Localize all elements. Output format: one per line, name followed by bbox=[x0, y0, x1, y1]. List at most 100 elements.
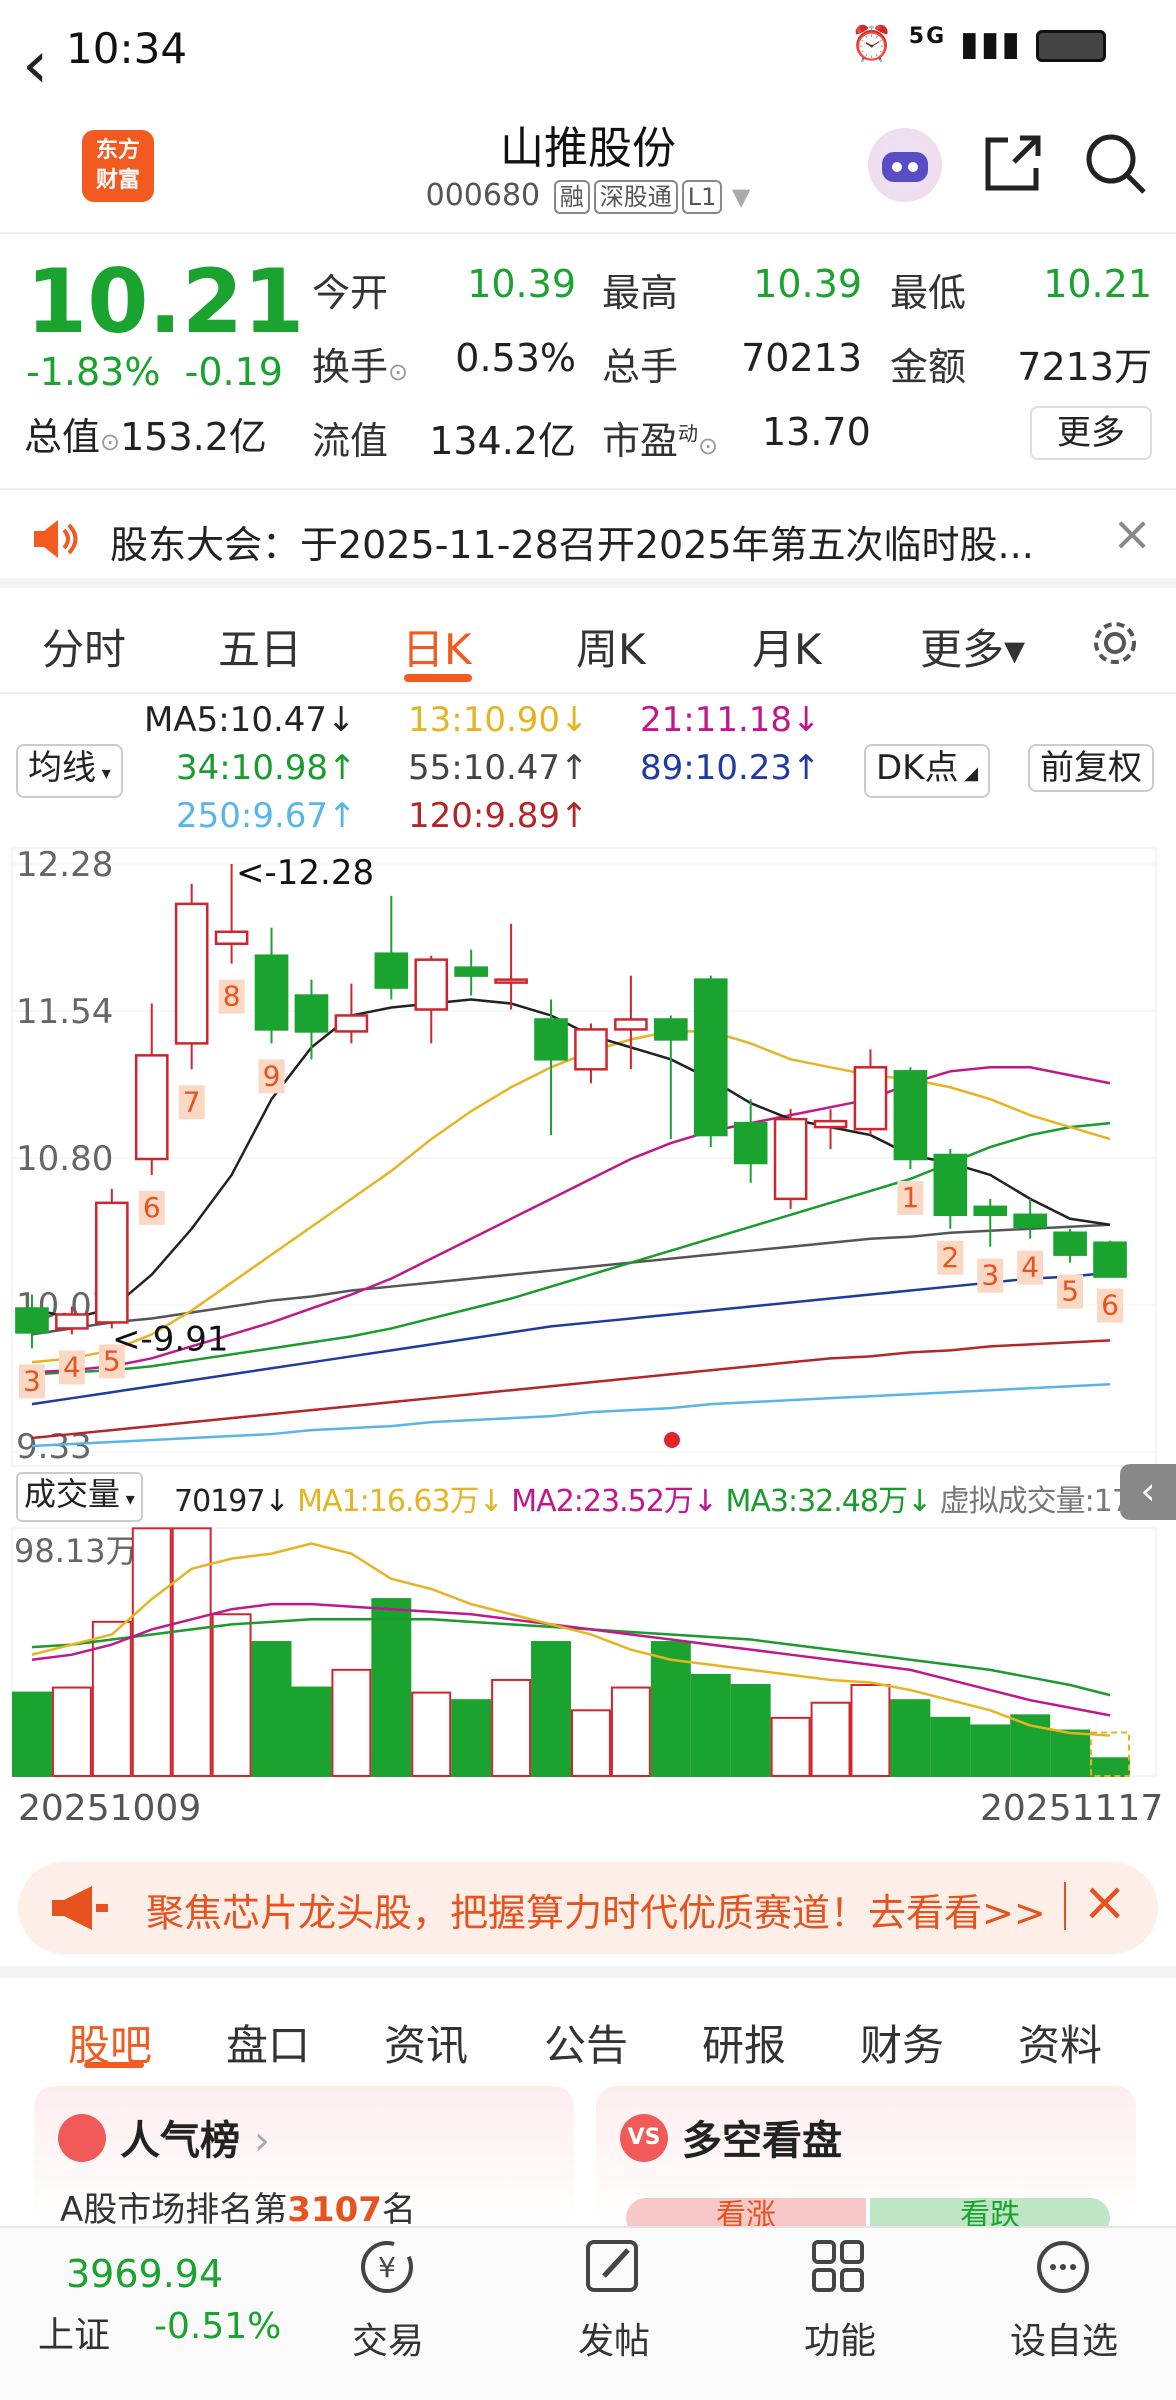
candle-body bbox=[55, 1313, 89, 1330]
float-label: 流值 bbox=[312, 419, 389, 463]
tag-connect: 深股通 bbox=[593, 180, 678, 214]
index-name[interactable]: 上证 bbox=[38, 2306, 110, 2358]
notice-bar[interactable]: 股东大会：于2025-11-28召开2025年第五次临时股... × bbox=[0, 488, 1176, 588]
info-icon: ⊙ bbox=[100, 428, 121, 456]
share-icon[interactable] bbox=[980, 130, 1046, 196]
search-icon[interactable] bbox=[1082, 130, 1148, 196]
ma-selector-button[interactable]: 均线 ▾ bbox=[16, 744, 123, 798]
tab-monthly-k[interactable]: 月K bbox=[752, 616, 822, 677]
index-change[interactable]: -0.51% bbox=[154, 2306, 281, 2347]
price-change: -1.83% -0.19 bbox=[26, 350, 283, 394]
tab-finance[interactable]: 财务 bbox=[860, 2012, 944, 2073]
fq-button[interactable]: 前复权 bbox=[1028, 744, 1154, 792]
candle-body bbox=[973, 1205, 1008, 1217]
candle-body bbox=[15, 1307, 49, 1334]
network-label: 5G bbox=[908, 24, 947, 49]
vs-icon: VS bbox=[620, 2114, 668, 2162]
more-button[interactable]: 更多 bbox=[1030, 406, 1152, 460]
high-label: 最高 bbox=[602, 271, 679, 315]
volume-value: 70213 bbox=[741, 336, 862, 380]
ma21-label: 21:11.18↓ bbox=[640, 700, 821, 740]
candle-body bbox=[693, 978, 728, 1137]
float-value: 134.2亿 bbox=[429, 419, 576, 463]
status-bar: 10:34 ⏰ 5G ▮▮▮ bbox=[0, 0, 1176, 100]
nav-function[interactable]: 功能 bbox=[770, 2312, 910, 2364]
tab-daily-k[interactable]: 日K bbox=[402, 616, 472, 677]
bull-bear-card[interactable]: VS 多空看盘 看涨 看跌 bbox=[596, 2086, 1136, 2238]
status-icons: ⏰ 5G ▮▮▮ bbox=[851, 24, 1106, 64]
function-grid-icon[interactable] bbox=[804, 2232, 874, 2302]
candle-body bbox=[414, 958, 449, 1011]
volume-bar bbox=[251, 1641, 292, 1777]
volume-indicator-button[interactable]: 成交量 ▾ bbox=[16, 1472, 143, 1522]
td-marker-label: 6 bbox=[143, 1191, 161, 1224]
close-icon[interactable]: × bbox=[1082, 1870, 1127, 1933]
tab-announcements[interactable]: 公告 bbox=[544, 2012, 628, 2073]
amount-value: 7213万 bbox=[1017, 345, 1152, 389]
tab-more[interactable]: 更多▾ bbox=[920, 616, 1025, 677]
candle-body bbox=[254, 954, 289, 1031]
nav-trade[interactable]: 交易 bbox=[318, 2312, 458, 2364]
tab-profile[interactable]: 资料 bbox=[1018, 2012, 1102, 2073]
dk-point-button[interactable]: DK点 ◢ bbox=[864, 744, 991, 798]
gear-icon[interactable] bbox=[1088, 616, 1142, 670]
candlestick-chart[interactable]: 12.2811.5410.8010.079.333 4 56789123 45 6<-1… bbox=[0, 840, 1176, 1472]
candle-body bbox=[374, 952, 409, 989]
volume-chart[interactable]: 98.13万 bbox=[0, 1520, 1176, 1780]
volume-legend: 70197↓ MA1:16.63万↓ MA2:23.52万↓ MA3:32.48… bbox=[174, 1484, 1176, 1519]
volume-bar bbox=[291, 1686, 332, 1778]
notice-text: 股东大会：于2025-11-28召开2025年第五次临时股... bbox=[110, 523, 1034, 567]
td-marker-label: 6 bbox=[1101, 1289, 1119, 1322]
collapse-panel-button[interactable]: ‹ bbox=[1120, 1464, 1176, 1520]
nav-watchlist[interactable]: 设自选 bbox=[994, 2312, 1134, 2364]
tab-news[interactable]: 资讯 bbox=[384, 2012, 468, 2073]
low-annotation: <-9.91 bbox=[112, 1319, 228, 1359]
nav-post[interactable]: 发帖 bbox=[544, 2312, 684, 2364]
header-divider bbox=[0, 232, 1176, 234]
candle-body bbox=[494, 978, 528, 984]
index-value[interactable]: 3969.94 bbox=[66, 2252, 223, 2296]
popularity-card[interactable]: 人气榜 › A股市场排名第3107名 bbox=[34, 2086, 574, 2230]
promo-banner[interactable]: 聚焦芯片龙头股，把握算力时代优质赛道！去看看>> × bbox=[18, 1862, 1158, 1954]
ma13-label: 13:10.90↓ bbox=[408, 700, 589, 740]
back-arrow-icon[interactable]: ‹ bbox=[22, 30, 82, 100]
candle-body bbox=[94, 1201, 129, 1324]
tab-fiveday[interactable]: 五日 bbox=[218, 616, 302, 677]
chart-tabs: 分时 五日 日K 周K 月K 更多▾ bbox=[0, 598, 1176, 694]
candle-body bbox=[813, 1119, 848, 1129]
chevron-down-icon[interactable]: ▼ bbox=[732, 183, 750, 211]
open-label: 今开 bbox=[312, 271, 389, 315]
td-marker-label: 4 bbox=[1021, 1251, 1039, 1284]
candle-body bbox=[893, 1070, 928, 1161]
td-marker-label: 3 bbox=[23, 1364, 41, 1397]
info-icon: ⊙ bbox=[388, 358, 409, 386]
ma89-label: 89:10.23↑ bbox=[640, 748, 821, 788]
amount-label: 金额 bbox=[890, 345, 967, 389]
td-marker-label: 1 bbox=[901, 1181, 919, 1214]
ma250-label: 250:9.67↑ bbox=[176, 796, 357, 836]
tab-intraday[interactable]: 分时 bbox=[42, 616, 126, 677]
ma120-label: 120:9.89↑ bbox=[408, 796, 589, 836]
volume-bar bbox=[690, 1673, 731, 1777]
tab-orderbook[interactable]: 盘口 bbox=[226, 2012, 310, 2073]
post-icon[interactable] bbox=[578, 2232, 648, 2302]
volume-bar bbox=[131, 1527, 172, 1778]
tab-research[interactable]: 研报 bbox=[702, 2012, 786, 2073]
ai-assistant-icon[interactable] bbox=[868, 128, 942, 202]
popularity-rank: A股市场排名第3107名 bbox=[60, 2190, 416, 2230]
signal-icon: ▮▮▮ bbox=[960, 24, 1023, 64]
more-dots-icon[interactable] bbox=[1028, 2232, 1098, 2302]
tab-active-indicator bbox=[404, 674, 472, 682]
low-value: 10.21 bbox=[1043, 262, 1152, 306]
td-marker-label: 9 bbox=[263, 1059, 281, 1092]
close-icon[interactable]: × bbox=[1112, 506, 1152, 562]
pe-label: 市盈动⊙ bbox=[602, 419, 719, 463]
volume-bar bbox=[51, 1686, 92, 1778]
open-value: 10.39 bbox=[467, 262, 576, 306]
trade-icon[interactable]: ¥ bbox=[352, 2232, 422, 2302]
candle-body bbox=[773, 1117, 808, 1201]
candle-body bbox=[294, 994, 329, 1033]
candle-body bbox=[174, 902, 209, 1045]
tab-weekly-k[interactable]: 周K bbox=[576, 616, 646, 677]
candle-body bbox=[214, 930, 249, 945]
